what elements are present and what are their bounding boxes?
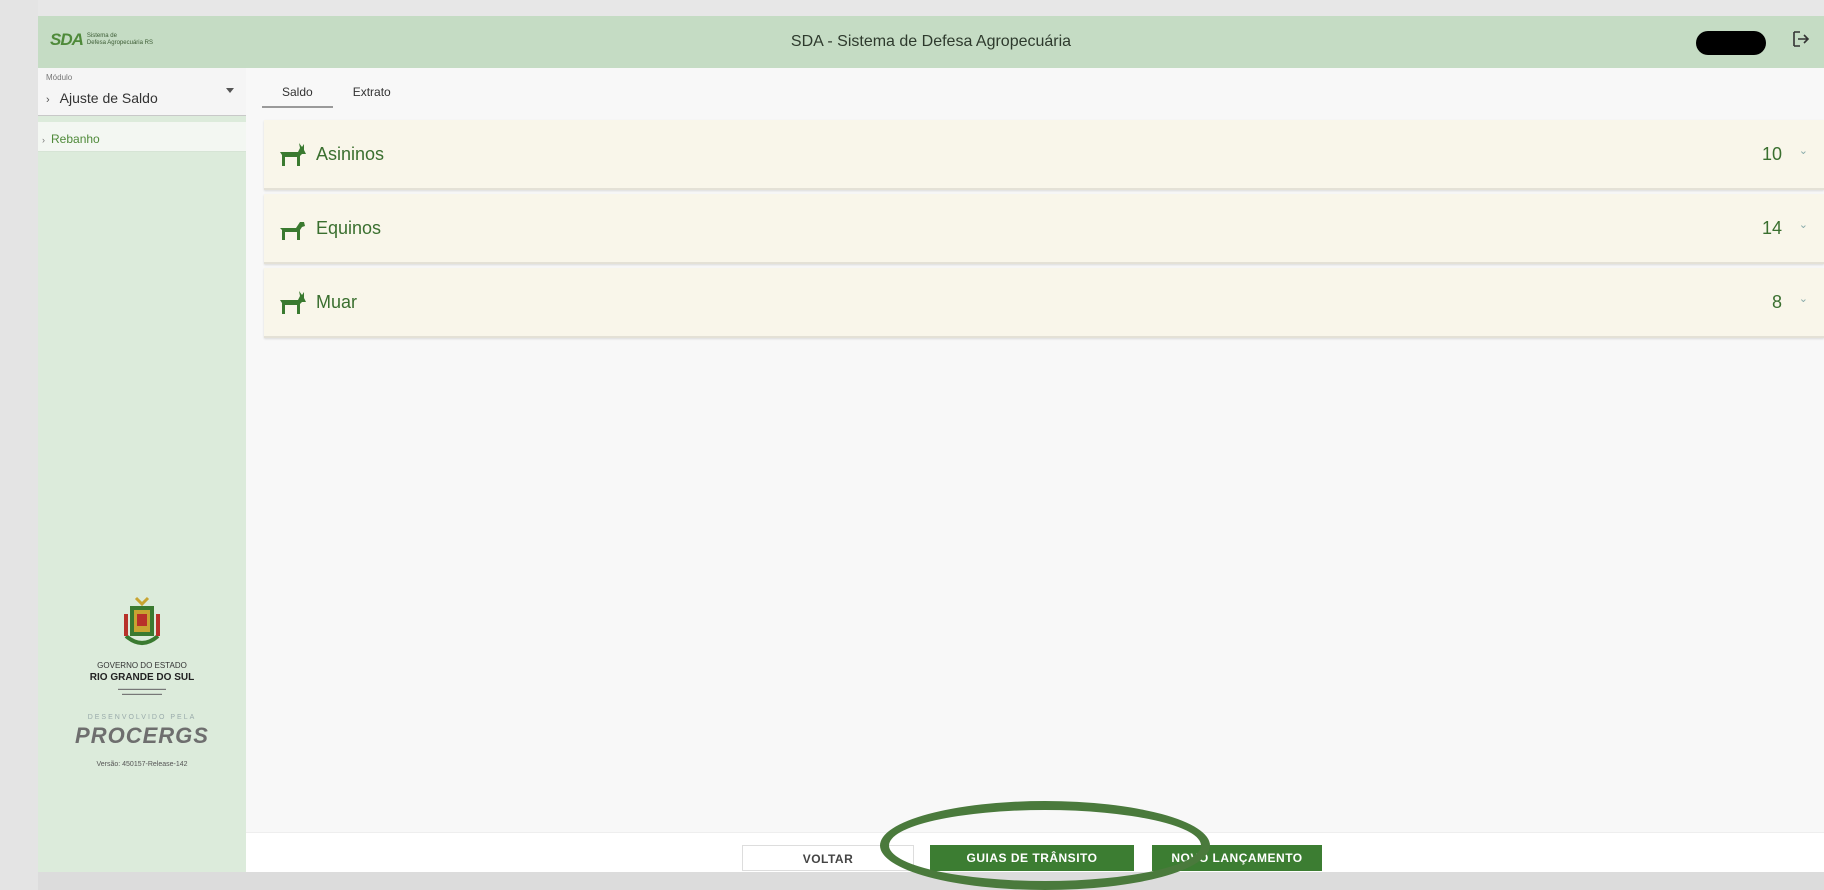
module-value-label: Ajuste de Saldo <box>59 90 158 106</box>
card-asininos[interactable]: Asininos 10 ⌄ <box>264 120 1824 190</box>
secretariat-label: ▬▬▬▬▬▬▬▬▬▬▬▬ ▬▬▬▬▬▬▬▬▬▬ <box>118 686 166 696</box>
main-content: Saldo Extrato Asininos 10 ⌄ Equinos 14 ⌄… <box>246 68 1824 872</box>
tab-saldo[interactable]: Saldo <box>262 80 333 108</box>
chevron-right-icon: › <box>46 94 50 106</box>
background-strip-top <box>0 0 1824 16</box>
chevron-down-icon <box>226 88 234 93</box>
procergs-logo: PROCERGS <box>75 723 209 748</box>
sidebar-item-label: Rebanho <box>51 132 100 146</box>
logout-icon-svg <box>1793 31 1810 47</box>
sidebar: Módulo › Ajuste de Saldo › Rebanho GOVERNO… <box>38 68 246 872</box>
module-select[interactable]: Módulo › Ajuste de Saldo <box>38 68 246 116</box>
version-label: Versão: 450157-Release-142 <box>96 761 188 768</box>
government-block: GOVERNO DO ESTADO RIO GRANDE DO SUL ▬▬▬▬… <box>38 596 246 768</box>
developed-by-label: DESENVOLVIDO PELA <box>87 714 197 721</box>
chevron-down-icon[interactable]: ⌄ <box>1799 292 1808 305</box>
mule-icon <box>280 291 306 314</box>
card-name: Asininos <box>316 144 385 164</box>
tab-extrato[interactable]: Extrato <box>333 80 411 108</box>
state-label: RIO GRANDE DO SUL <box>89 672 195 683</box>
card-name: Muar <box>316 292 358 312</box>
card-name: Equinos <box>316 218 382 238</box>
donkey-icon <box>280 143 306 166</box>
horse-icon <box>280 222 305 240</box>
chevron-down-icon[interactable]: ⌄ <box>1799 144 1808 157</box>
module-value: › Ajuste de Saldo <box>46 90 158 106</box>
card-count: 10 <box>1761 144 1782 164</box>
app-window: SDA Sistema de Defesa Agropecuária RS SD… <box>38 16 1824 872</box>
user-avatar-redacted[interactable] <box>1696 31 1766 55</box>
card-muar[interactable]: Muar 8 ⌄ <box>264 268 1824 338</box>
card-count: 14 <box>1761 218 1782 238</box>
module-caption: Módulo <box>46 73 73 82</box>
card-count: 8 <box>1771 292 1782 312</box>
page-title: SDA - Sistema de Defesa Agropecuária <box>790 33 1072 50</box>
card-equinos[interactable]: Equinos 14 ⌄ <box>264 194 1824 264</box>
state-crest-icon <box>124 596 160 645</box>
background-strip-left <box>0 0 38 890</box>
sidebar-item-rebanho[interactable]: › Rebanho <box>38 122 246 152</box>
government-label: GOVERNO DO ESTADO <box>97 661 187 670</box>
chevron-right-icon: › <box>42 135 45 145</box>
logout-icon[interactable] <box>1790 30 1812 52</box>
highlight-annotation <box>880 801 1210 890</box>
app-header: SDA Sistema de Defesa Agropecuária RS SD… <box>38 16 1824 68</box>
chevron-down-icon[interactable]: ⌄ <box>1799 218 1808 231</box>
tab-bar: Saldo Extrato <box>262 80 411 110</box>
